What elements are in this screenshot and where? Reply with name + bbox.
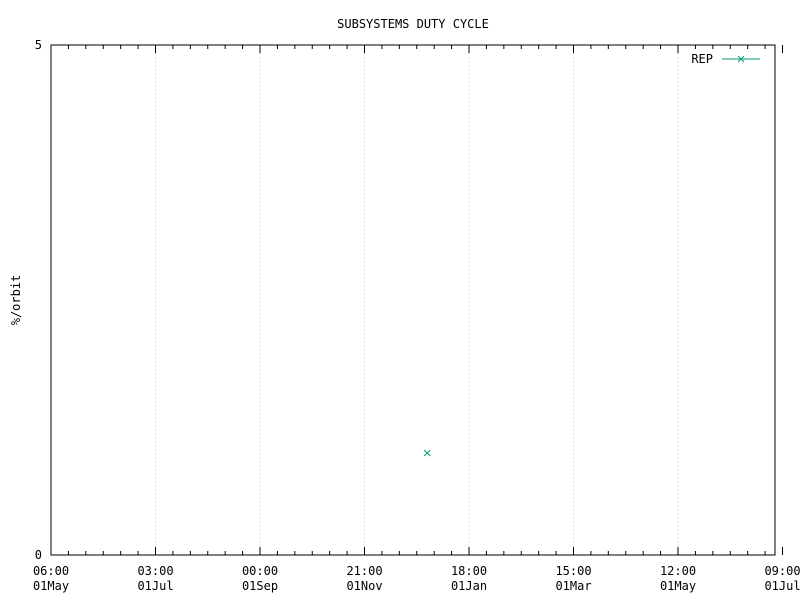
x-tick-label-date: 01Nov (346, 579, 382, 593)
legend: REP (691, 52, 760, 66)
ticks (50, 45, 783, 555)
y-tick-label: 0 (35, 548, 42, 562)
x-tick-label-time: 21:00 (346, 564, 382, 578)
x-tick-label-date: 01Mar (555, 579, 591, 593)
x-tick-label-date: 01Jul (764, 579, 800, 593)
chart-title: SUBSYSTEMS DUTY CYCLE (337, 17, 489, 31)
x-tick-label-time: 00:00 (242, 564, 278, 578)
data-point (423, 449, 431, 457)
chart: SUBSYSTEMS DUTY CYCLE %/orbit 06:0001May… (9, 17, 800, 593)
tick-labels: 06:0001May03:0001Jul00:0001Sep21:0001Nov… (33, 38, 800, 593)
data-points (423, 449, 431, 457)
y-tick-label: 5 (35, 38, 42, 52)
x-tick-label-time: 09:00 (764, 564, 800, 578)
x-tick-label-time: 03:00 (137, 564, 173, 578)
plot-frame (50, 44, 776, 556)
y-axis-label: %/orbit (9, 275, 23, 326)
x-tick-label-time: 12:00 (660, 564, 696, 578)
x-tick-label-date: 01May (33, 579, 69, 593)
x-tick-label-time: 06:00 (33, 564, 69, 578)
x-tick-label-date: 01Jan (451, 579, 487, 593)
x-tick-label-date: 01Sep (242, 579, 278, 593)
x-tick-label-date: 01May (660, 579, 696, 593)
grid (155, 45, 679, 555)
x-tick-label-time: 15:00 (555, 564, 591, 578)
legend-label: REP (691, 52, 713, 66)
x-tick-label-date: 01Jul (137, 579, 173, 593)
x-tick-label-time: 18:00 (451, 564, 487, 578)
